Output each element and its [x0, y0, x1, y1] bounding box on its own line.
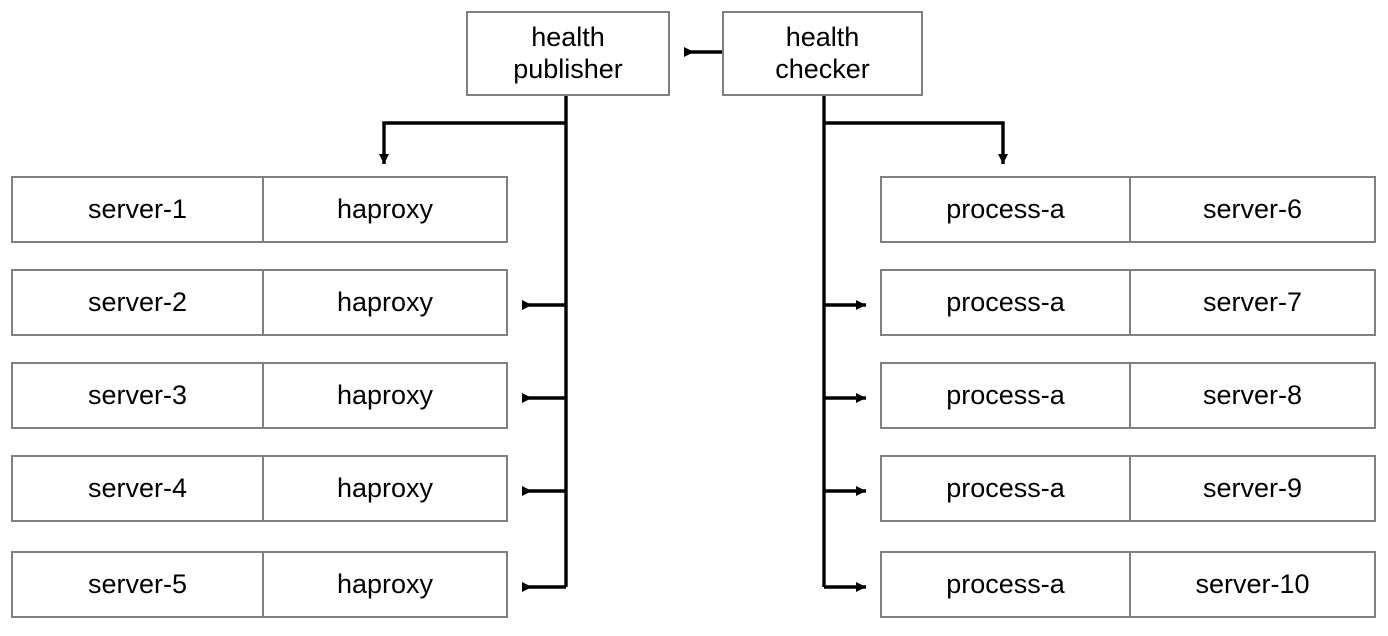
table-row[interactable]: process-a server-7 [880, 269, 1376, 336]
cell-service-name: haproxy [262, 178, 506, 241]
cell-server-name: server-6 [1129, 178, 1374, 241]
cell-server-name: server-3 [87, 380, 188, 410]
table-row[interactable]: server-2 haproxy [11, 269, 508, 336]
cell-process-name: process-a [946, 287, 1065, 317]
table-row[interactable]: server-4 haproxy [11, 455, 508, 522]
cell-service-name: haproxy [262, 553, 506, 616]
table-row[interactable]: process-a server-9 [880, 455, 1376, 522]
cell-process-name: process-a [946, 380, 1065, 410]
cell-server-name: server-8 [1129, 364, 1374, 427]
cell-service-name: haproxy [262, 364, 506, 427]
cell-server-name: server-1 [87, 194, 188, 224]
cell-process-name: process-a [946, 569, 1065, 599]
cell-server-name: server-9 [1129, 457, 1374, 520]
table-row[interactable]: process-a server-10 [880, 551, 1376, 618]
cell-server-name: server-7 [1129, 271, 1374, 334]
cell-process-name: process-a [946, 473, 1065, 503]
edge-checker-to-process-1 [824, 121, 1008, 164]
cell-service-name: haproxy [262, 271, 506, 334]
node-health-publisher[interactable]: health publisher [466, 11, 670, 96]
cell-service-name: haproxy [262, 457, 506, 520]
cell-server-name: server-10 [1129, 553, 1374, 616]
table-row[interactable]: server-5 haproxy [11, 551, 508, 618]
node-health-checker[interactable]: health checker [722, 11, 923, 96]
cell-server-name: server-4 [87, 473, 188, 503]
table-row[interactable]: server-1 haproxy [11, 176, 508, 243]
cell-server-name: server-5 [87, 569, 188, 599]
table-row[interactable]: process-a server-8 [880, 362, 1376, 429]
edge-publisher-to-haproxy-1 [379, 121, 566, 164]
cell-server-name: server-2 [87, 287, 188, 317]
cell-process-name: process-a [946, 194, 1065, 224]
table-row[interactable]: server-3 haproxy [11, 362, 508, 429]
diagram-canvas: health publisher health checker server-1… [0, 0, 1388, 636]
table-row[interactable]: process-a server-6 [880, 176, 1376, 243]
